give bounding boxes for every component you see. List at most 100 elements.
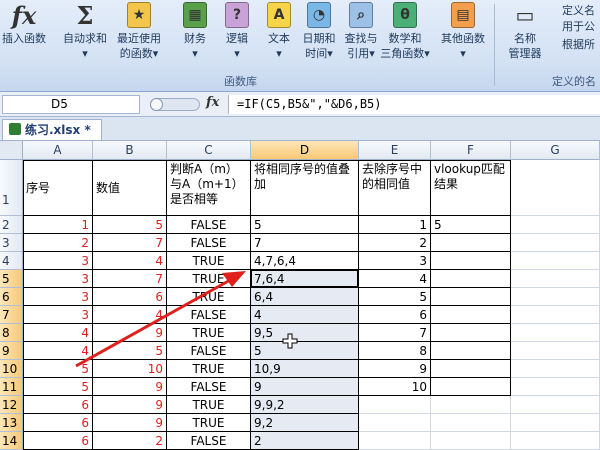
cell-c3[interactable]: FALSE: [167, 234, 251, 252]
cell-e12[interactable]: [359, 396, 431, 414]
cell-f6[interactable]: [431, 288, 511, 306]
column-header-a[interactable]: A: [23, 141, 93, 160]
cell-c4[interactable]: TRUE: [167, 252, 251, 270]
cell-e11[interactable]: 10: [359, 378, 431, 396]
cell-a13[interactable]: 6: [23, 414, 93, 432]
cell-a8[interactable]: 4: [23, 324, 93, 342]
fx-icon[interactable]: fx: [206, 95, 219, 110]
cell-e8[interactable]: 7: [359, 324, 431, 342]
cell-f10[interactable]: [431, 360, 511, 378]
cell-f4[interactable]: [431, 252, 511, 270]
cell-g1[interactable]: [511, 160, 600, 216]
cell-g7[interactable]: [511, 306, 600, 324]
cell-b8[interactable]: 9: [93, 324, 167, 342]
header-cell-f[interactable]: vlookup匹配结果: [431, 160, 511, 216]
cell-a6[interactable]: 3: [23, 288, 93, 306]
more-button[interactable]: ▤ 其他函数 ▾: [436, 0, 490, 70]
insert-function-button[interactable]: fx 插入函数: [0, 0, 48, 70]
cell-e7[interactable]: 6: [359, 306, 431, 324]
formula-input[interactable]: =IF(C5,B5&","&D6,B5): [228, 95, 600, 114]
cell-b4[interactable]: 4: [93, 252, 167, 270]
cell-e13[interactable]: [359, 414, 431, 432]
cell-d3[interactable]: 7: [251, 234, 359, 252]
header-cell-d[interactable]: 将相同序号的值叠加: [251, 160, 359, 216]
cell-f5[interactable]: [431, 270, 511, 288]
defined-names-item-1[interactable]: 用于公: [562, 18, 595, 34]
cell-g4[interactable]: [511, 252, 600, 270]
cell-c12[interactable]: TRUE: [167, 396, 251, 414]
cell-c9[interactable]: FALSE: [167, 342, 251, 360]
cell-a9[interactable]: 4: [23, 342, 93, 360]
cell-e2[interactable]: 1: [359, 216, 431, 234]
cell-e3[interactable]: 2: [359, 234, 431, 252]
cell-c11[interactable]: FALSE: [167, 378, 251, 396]
cell-d2[interactable]: 5: [251, 216, 359, 234]
header-cell-b[interactable]: 数值: [93, 160, 167, 216]
cell-d12[interactable]: 9,9,2: [251, 396, 359, 414]
cell-f2[interactable]: 5: [431, 216, 511, 234]
cell-g14[interactable]: [511, 432, 600, 450]
namebox-width-slider[interactable]: [150, 98, 200, 111]
cell-b2[interactable]: 5: [93, 216, 167, 234]
row-header-11[interactable]: 11: [0, 378, 23, 396]
column-header-b[interactable]: B: [93, 141, 167, 160]
cell-c8[interactable]: TRUE: [167, 324, 251, 342]
cell-e9[interactable]: 8: [359, 342, 431, 360]
cell-g3[interactable]: [511, 234, 600, 252]
cell-a2[interactable]: 1: [23, 216, 93, 234]
cell-c13[interactable]: TRUE: [167, 414, 251, 432]
cell-f7[interactable]: [431, 306, 511, 324]
cell-g8[interactable]: [511, 324, 600, 342]
cell-c7[interactable]: FALSE: [167, 306, 251, 324]
cell-b3[interactable]: 7: [93, 234, 167, 252]
row-header-5[interactable]: 5: [0, 270, 23, 288]
cell-g5[interactable]: [511, 270, 600, 288]
defined-names-item-2[interactable]: 根据所: [562, 36, 595, 52]
cell-c14[interactable]: FALSE: [167, 432, 251, 450]
cell-d6[interactable]: 6,4: [251, 288, 359, 306]
cell-c5[interactable]: TRUE: [167, 270, 251, 288]
slider-knob[interactable]: [150, 98, 163, 111]
column-header-d[interactable]: D: [251, 141, 359, 160]
cell-b10[interactable]: 10: [93, 360, 167, 378]
row-header-1[interactable]: 1: [0, 160, 23, 216]
cell-b6[interactable]: 6: [93, 288, 167, 306]
column-header-e[interactable]: E: [359, 141, 431, 160]
cell-f3[interactable]: [431, 234, 511, 252]
row-header-2[interactable]: 2: [0, 216, 23, 234]
cell-g11[interactable]: [511, 378, 600, 396]
cell-c6[interactable]: TRUE: [167, 288, 251, 306]
cell-d11[interactable]: 9: [251, 378, 359, 396]
row-header-13[interactable]: 13: [0, 414, 23, 432]
row-header-3[interactable]: 3: [0, 234, 23, 252]
mathtrig-button[interactable]: θ 数学和 三角函数▾: [378, 0, 432, 70]
row-header-10[interactable]: 10: [0, 360, 23, 378]
select-all-corner[interactable]: [0, 141, 23, 160]
cell-g13[interactable]: [511, 414, 600, 432]
cell-b7[interactable]: 4: [93, 306, 167, 324]
cell-b9[interactable]: 5: [93, 342, 167, 360]
cell-e10[interactable]: 9: [359, 360, 431, 378]
cell-e5[interactable]: 4: [359, 270, 431, 288]
cell-d14[interactable]: 2: [251, 432, 359, 450]
row-header-9[interactable]: 9: [0, 342, 23, 360]
cell-a4[interactable]: 3: [23, 252, 93, 270]
cell-d8[interactable]: 9,5: [251, 324, 359, 342]
cell-a5[interactable]: 3: [23, 270, 93, 288]
cell-a11[interactable]: 5: [23, 378, 93, 396]
column-header-c[interactable]: C: [167, 141, 251, 160]
workbook-tab[interactable]: 练习.xlsx *: [2, 119, 102, 140]
recent-button[interactable]: ★ 最近使用 的函数▾: [112, 0, 166, 70]
row-header-8[interactable]: 8: [0, 324, 23, 342]
cell-b11[interactable]: 9: [93, 378, 167, 396]
cell-g2[interactable]: [511, 216, 600, 234]
cell-f9[interactable]: [431, 342, 511, 360]
header-cell-e[interactable]: 去除序号中的相同值: [359, 160, 431, 216]
column-header-f[interactable]: F: [431, 141, 511, 160]
cell-d7[interactable]: 4: [251, 306, 359, 324]
header-cell-c[interactable]: 判断A（m）与A（m+1）是否相等: [167, 160, 251, 216]
cell-f14[interactable]: [431, 432, 511, 450]
cell-d9[interactable]: 5: [251, 342, 359, 360]
row-header-12[interactable]: 12: [0, 396, 23, 414]
cell-c10[interactable]: TRUE: [167, 360, 251, 378]
